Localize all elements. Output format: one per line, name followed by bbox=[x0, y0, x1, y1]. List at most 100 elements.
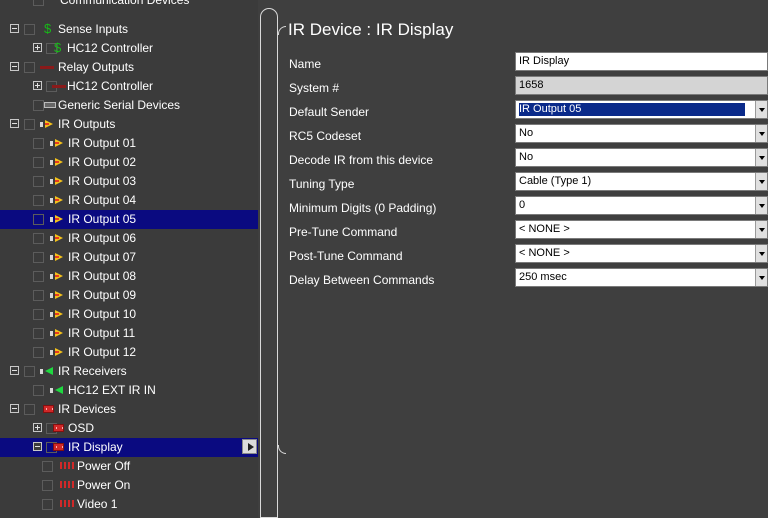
splitter-bar[interactable] bbox=[260, 8, 278, 518]
checkbox[interactable] bbox=[24, 24, 35, 35]
relay-icon bbox=[40, 66, 54, 69]
ir-command-icon bbox=[60, 500, 74, 507]
tree-item-ir-output-09[interactable]: IR Output 09 bbox=[0, 286, 258, 305]
checkbox[interactable] bbox=[33, 309, 44, 320]
chevron-down-icon[interactable] bbox=[755, 221, 767, 238]
tree-item-ir-devices[interactable]: IR Devices bbox=[0, 400, 258, 419]
post-tune-command-select[interactable]: < NONE > bbox=[515, 244, 768, 263]
delay-between-commands-select[interactable]: 250 msec bbox=[515, 268, 768, 287]
tree-item-label: IR Output 01 bbox=[68, 136, 137, 150]
tree-item-hc12-controller-relay[interactable]: HC12 Controller bbox=[0, 77, 258, 96]
checkbox[interactable] bbox=[33, 271, 44, 282]
tree-item-hc12-controller-sense[interactable]: $ HC12 Controller bbox=[0, 39, 258, 58]
panel-splitter[interactable] bbox=[258, 0, 287, 518]
play-icon[interactable] bbox=[242, 439, 257, 454]
rc5-codeset-label: RC5 Codeset bbox=[289, 129, 362, 143]
checkbox[interactable] bbox=[33, 385, 44, 396]
checkbox[interactable] bbox=[33, 347, 44, 358]
page-title: IR Device : IR Display bbox=[288, 20, 454, 39]
checkbox[interactable] bbox=[33, 290, 44, 301]
chevron-down-icon[interactable] bbox=[755, 245, 767, 262]
chevron-down-icon[interactable] bbox=[755, 101, 767, 118]
tree-item-communication-devices[interactable]: Communication Devices bbox=[0, 0, 258, 10]
checkbox[interactable] bbox=[42, 499, 53, 510]
chevron-down-icon[interactable] bbox=[755, 269, 767, 286]
checkbox[interactable] bbox=[33, 0, 44, 6]
checkbox[interactable] bbox=[24, 62, 35, 73]
tree-item-power-off[interactable]: Power Off bbox=[0, 457, 258, 476]
checkbox[interactable] bbox=[33, 252, 44, 263]
ir-output-icon bbox=[50, 177, 68, 186]
field-value: IR Output 05 bbox=[518, 102, 746, 117]
tree-item-label: Power Off bbox=[77, 459, 131, 473]
tree-item-ir-output-06[interactable]: IR Output 06 bbox=[0, 229, 258, 248]
ir-device-icon bbox=[53, 443, 64, 451]
collapse-icon[interactable] bbox=[33, 442, 42, 451]
chevron-down-icon[interactable] bbox=[755, 197, 767, 214]
expand-icon[interactable] bbox=[33, 423, 42, 432]
tree-item-power-on[interactable]: Power On bbox=[0, 476, 258, 495]
checkbox[interactable] bbox=[33, 176, 44, 187]
collapse-icon[interactable] bbox=[10, 366, 19, 375]
tree-item-ir-output-02[interactable]: IR Output 02 bbox=[0, 153, 258, 172]
tree-item-ir-output-10[interactable]: IR Output 10 bbox=[0, 305, 258, 324]
checkbox[interactable] bbox=[33, 138, 44, 149]
collapse-icon[interactable] bbox=[10, 404, 19, 413]
tree-item-label: IR Output 04 bbox=[68, 193, 137, 207]
tree-item-ir-output-11[interactable]: IR Output 11 bbox=[0, 324, 258, 343]
tuning-type-select[interactable]: Cable (Type 1) bbox=[515, 172, 768, 191]
tree-item-video-1[interactable]: Video 1 bbox=[0, 495, 258, 514]
collapse-icon[interactable] bbox=[10, 24, 19, 33]
expand-icon[interactable] bbox=[33, 43, 42, 52]
field-value: < NONE > bbox=[519, 223, 570, 235]
chevron-down-icon[interactable] bbox=[755, 173, 767, 190]
checkbox[interactable] bbox=[33, 214, 44, 225]
decode-ir-select[interactable]: No bbox=[515, 148, 768, 167]
checkbox[interactable] bbox=[33, 328, 44, 339]
tree-item-ir-output-05[interactable]: IR Output 05 bbox=[0, 210, 258, 229]
tree-item-ir-output-04[interactable]: IR Output 04 bbox=[0, 191, 258, 210]
tree-item-relay-outputs[interactable]: Relay Outputs bbox=[0, 58, 258, 77]
checkbox[interactable] bbox=[33, 195, 44, 206]
checkbox[interactable] bbox=[33, 157, 44, 168]
expand-icon[interactable] bbox=[33, 81, 42, 90]
checkbox[interactable] bbox=[33, 233, 44, 244]
tree-item-ir-output-08[interactable]: IR Output 08 bbox=[0, 267, 258, 286]
device-tree[interactable]: Communication Devices $ Sense Inputs $ H… bbox=[0, 0, 258, 518]
tree-item-generic-serial-devices[interactable]: Generic Serial Devices bbox=[0, 96, 258, 115]
tree-item-sense-inputs[interactable]: $ Sense Inputs bbox=[0, 20, 258, 39]
default-sender-label: Default Sender bbox=[289, 105, 370, 119]
rc5-codeset-select[interactable]: No bbox=[515, 124, 768, 143]
default-sender-select[interactable]: IR Output 05 bbox=[515, 100, 768, 119]
collapse-icon[interactable] bbox=[10, 62, 19, 71]
ir-device-icon bbox=[43, 405, 54, 413]
tree-item-ir-output-01[interactable]: IR Output 01 bbox=[0, 134, 258, 153]
checkbox[interactable] bbox=[24, 119, 35, 130]
minimum-digits-select[interactable]: 0 bbox=[515, 196, 768, 215]
ir-output-icon bbox=[50, 139, 68, 148]
tree-item-hc12-ext-ir-in[interactable]: HC12 EXT IR IN bbox=[0, 381, 258, 400]
collapse-icon[interactable] bbox=[10, 119, 19, 128]
ir-output-icon bbox=[40, 120, 58, 129]
tree-item-ir-receivers[interactable]: IR Receivers bbox=[0, 362, 258, 381]
tree-item-ir-outputs[interactable]: IR Outputs bbox=[0, 115, 258, 134]
tree-item-ir-output-12[interactable]: IR Output 12 bbox=[0, 343, 258, 362]
tree-item-ir-output-07[interactable]: IR Output 07 bbox=[0, 248, 258, 267]
tree-item-label: IR Outputs bbox=[58, 117, 116, 131]
pre-tune-command-select[interactable]: < NONE > bbox=[515, 220, 768, 239]
tree-item-ir-display[interactable]: IR Display bbox=[0, 438, 258, 457]
sense-input-icon: $ bbox=[44, 21, 52, 36]
checkbox[interactable] bbox=[24, 366, 35, 377]
tree-item-osd[interactable]: OSD bbox=[0, 419, 258, 438]
name-field[interactable]: IR Display bbox=[515, 52, 768, 71]
chevron-down-icon[interactable] bbox=[755, 125, 767, 142]
system-number-field: 1658 bbox=[515, 76, 768, 95]
checkbox[interactable] bbox=[42, 480, 53, 491]
checkbox[interactable] bbox=[33, 100, 44, 111]
serial-port-icon bbox=[44, 102, 56, 108]
checkbox[interactable] bbox=[24, 404, 35, 415]
tree-item-ir-output-03[interactable]: IR Output 03 bbox=[0, 172, 258, 191]
tree-item-label: IR Output 12 bbox=[68, 345, 137, 359]
chevron-down-icon[interactable] bbox=[755, 149, 767, 166]
checkbox[interactable] bbox=[42, 461, 53, 472]
